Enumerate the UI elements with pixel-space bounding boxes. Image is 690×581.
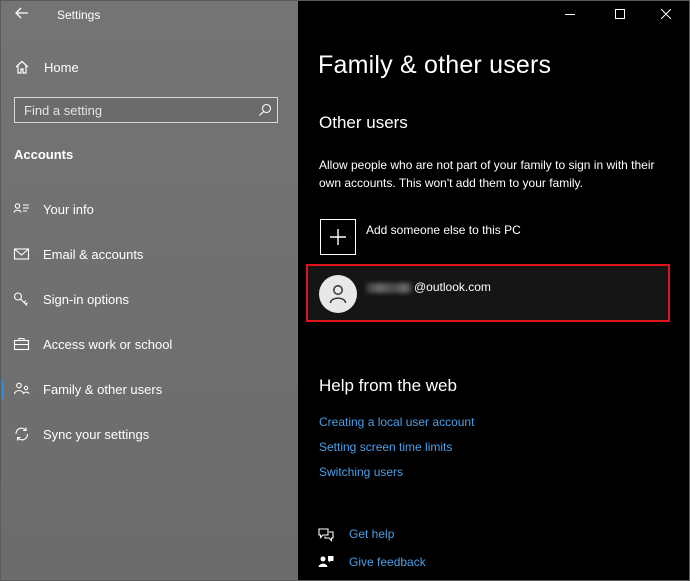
search-input[interactable]: [15, 98, 263, 122]
sidebar-nav: Your info Email & accounts Sign-in optio…: [1, 193, 298, 463]
person-card-icon: [13, 201, 31, 217]
briefcase-icon: [13, 336, 31, 352]
sidebar-item-sign-in-options[interactable]: Sign-in options: [1, 283, 298, 328]
feedback-icon: [318, 555, 334, 571]
section-description: Allow people who are not part of your fa…: [319, 158, 655, 190]
minimize-button[interactable]: [553, 1, 587, 29]
close-button[interactable]: [649, 1, 683, 29]
get-help-label: Get help: [349, 527, 395, 541]
settings-window: Settings Home Accounts Your info: [0, 0, 690, 581]
mail-icon: [13, 246, 31, 262]
sidebar-item-access-work[interactable]: Access work or school: [1, 328, 298, 373]
chat-help-icon: [318, 527, 334, 543]
person-icon: [329, 285, 347, 304]
page-title: Family & other users: [318, 51, 552, 79]
sidebar-item-label: Your info: [43, 202, 94, 217]
key-icon: [13, 291, 31, 307]
sync-icon: [13, 426, 31, 442]
help-section-title: Help from the web: [319, 376, 457, 395]
help-link-screen-time[interactable]: Setting screen time limits: [319, 439, 474, 464]
main-content: Family & other users Other users Allow p…: [298, 1, 689, 580]
sidebar-item-sync-settings[interactable]: Sync your settings: [1, 418, 298, 463]
title-bar: Settings: [1, 1, 298, 29]
sidebar-item-email-accounts[interactable]: Email & accounts: [1, 238, 298, 283]
sidebar-item-family-other-users[interactable]: Family & other users: [1, 373, 298, 418]
app-title: Settings: [57, 8, 101, 22]
sidebar: Settings Home Accounts Your info: [1, 1, 298, 580]
sidebar-item-label: Email & accounts: [43, 247, 144, 262]
search-icon[interactable]: [258, 103, 272, 117]
sidebar-item-label: Family & other users: [43, 382, 163, 397]
add-user-label: Add someone else to this PC: [366, 223, 521, 237]
redacted-username: [366, 282, 412, 293]
section-title-accounts: Accounts: [14, 147, 74, 162]
sidebar-item-your-info[interactable]: Your info: [1, 193, 298, 238]
search-box[interactable]: [14, 97, 278, 123]
avatar: [319, 275, 357, 313]
section-title-other-users: Other users: [319, 113, 408, 132]
maximize-button[interactable]: [603, 1, 637, 29]
help-link-local-account[interactable]: Creating a local user account: [319, 414, 474, 439]
sidebar-item-label: Sign-in options: [43, 292, 129, 307]
sidebar-item-label: Access work or school: [43, 337, 173, 352]
user-email-domain: @outlook.com: [414, 280, 491, 294]
sidebar-item-label: Sync your settings: [43, 427, 150, 442]
give-feedback-label: Give feedback: [349, 555, 426, 569]
add-user-button[interactable]: Add someone else to this PC: [320, 219, 660, 259]
give-feedback-link[interactable]: Give feedback: [318, 553, 518, 575]
nav-home[interactable]: Home: [1, 53, 298, 83]
plus-icon: [320, 219, 356, 255]
user-account-row[interactable]: @outlook.com: [306, 264, 670, 322]
nav-home-label: Home: [44, 60, 79, 75]
back-arrow-icon[interactable]: [11, 5, 33, 25]
home-icon: [14, 59, 30, 75]
get-help-link[interactable]: Get help: [318, 525, 518, 547]
user-email: @outlook.com: [366, 280, 491, 294]
help-link-switching-users[interactable]: Switching users: [319, 464, 474, 489]
family-icon: [13, 381, 31, 397]
help-links: Creating a local user account Setting sc…: [319, 414, 474, 489]
